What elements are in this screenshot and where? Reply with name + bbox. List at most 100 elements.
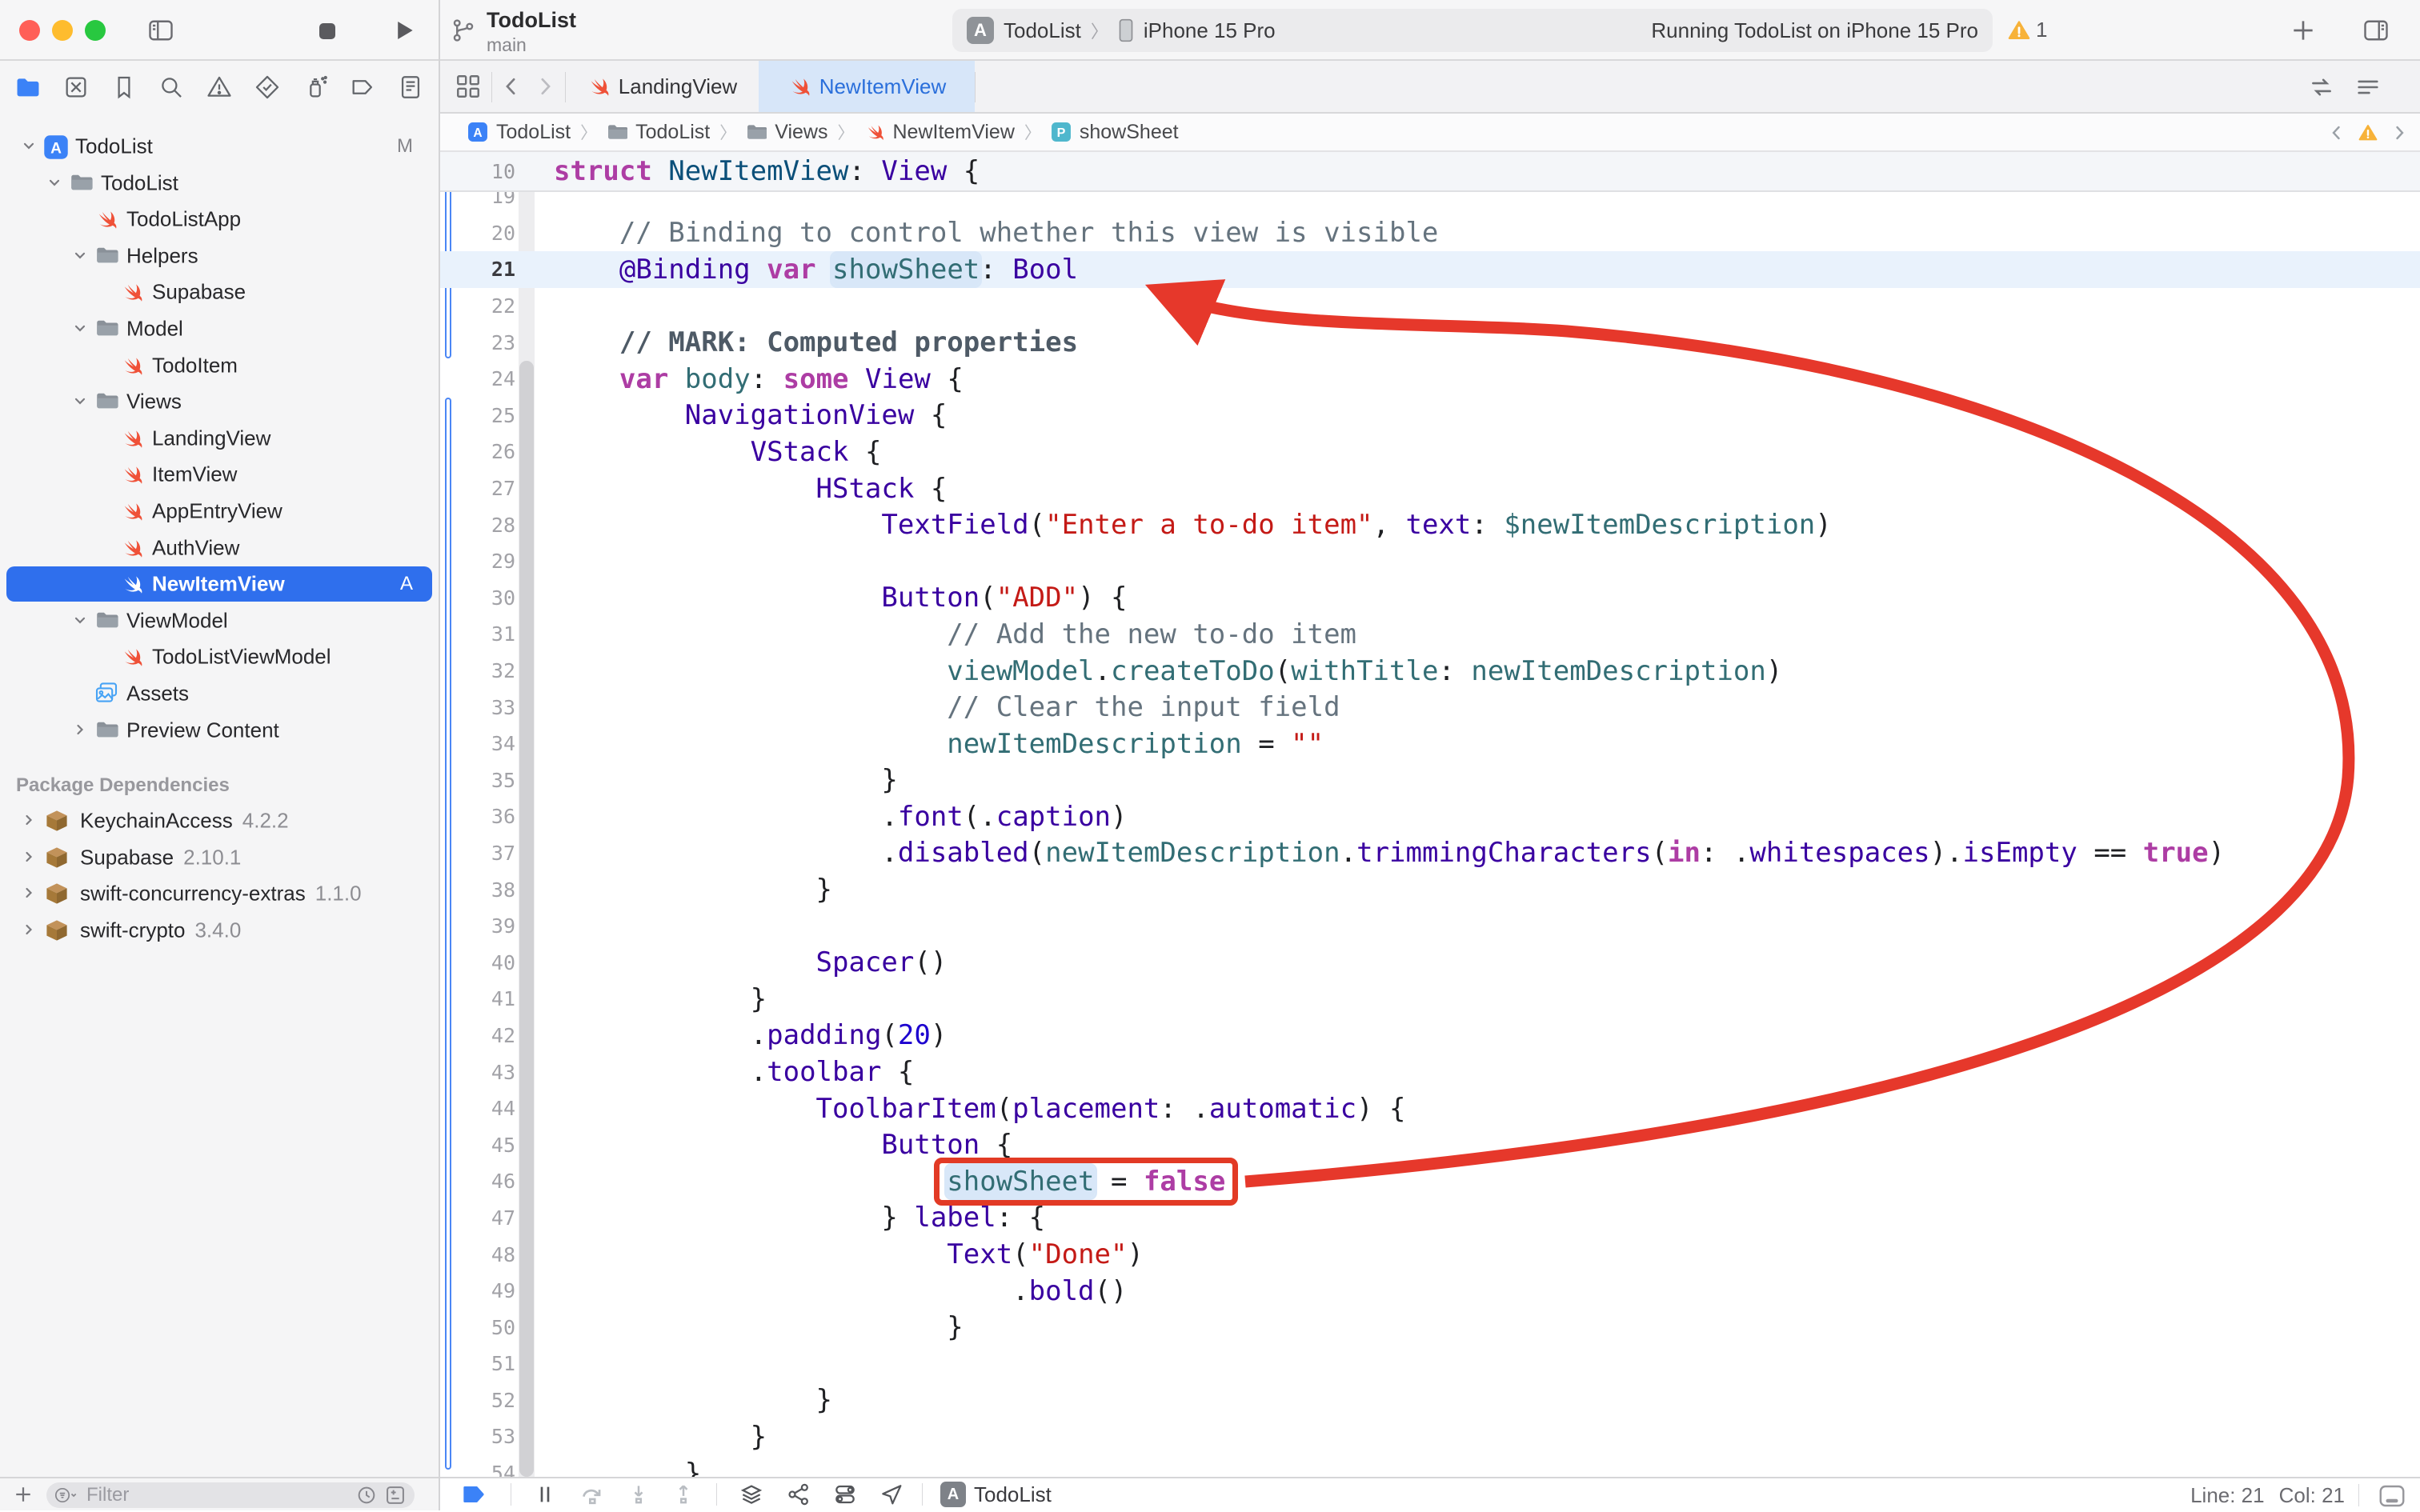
code-line-53[interactable]: 53 } [439,1418,2420,1455]
code-text[interactable]: } [554,874,832,906]
code-text[interactable]: ToolbarItem(placement: .automatic) { [554,1093,1405,1125]
line-number[interactable]: 37 [439,842,515,865]
view-hierarchy-icon[interactable] [738,1482,765,1507]
close-window-button[interactable] [19,20,40,41]
sidebar-item-itemview[interactable]: ItemView [0,456,439,493]
code-editor[interactable]: 1920 // Binding to control whether this … [439,152,2420,1477]
run-button[interactable] [391,17,418,44]
back-chevron-icon[interactable] [499,74,523,98]
code-line-34[interactable]: 34 newItemDescription = "" [439,726,2420,762]
code-text[interactable]: HStack { [554,473,947,505]
source-control-navigator-icon[interactable] [62,74,90,101]
code-text[interactable]: VStack { [554,436,881,468]
code-text[interactable]: NavigationView { [554,399,947,431]
sidebar-item-appentryview[interactable]: AppEntryView [0,493,439,530]
warning-count-badge[interactable]: 1 [2007,18,2047,42]
sidebar-item-label[interactable]: TodoList [75,134,153,159]
disclosure-chevron-icon[interactable] [72,393,90,410]
code-text[interactable]: } [554,1311,964,1343]
next-issue-icon[interactable] [2390,122,2409,144]
line-number[interactable]: 27 [439,477,515,500]
code-line-52[interactable]: 52 } [439,1382,2420,1419]
disclosure-chevron-icon[interactable] [72,320,90,338]
sidebar-item-label[interactable]: TodoListApp [126,207,241,232]
sidebar-item-todolist[interactable]: ATodoListM [0,128,439,165]
disclosure-chevron-icon[interactable] [21,922,38,939]
sidebar-item-todolistviewmodel[interactable]: TodoListViewModel [0,638,439,675]
related-items-icon[interactable] [455,73,482,100]
code-line-28[interactable]: 28 TextField("Enter a to-do item", text:… [439,506,2420,543]
code-review-icon[interactable] [2308,74,2335,101]
minimize-window-button[interactable] [52,20,73,41]
code-line-32[interactable]: 32 viewModel.createToDo(withTitle: newIt… [439,653,2420,690]
disclosure-chevron-icon[interactable] [21,849,38,866]
toggle-right-sidebar-icon[interactable] [2361,16,2391,45]
disclosure-chevron-icon[interactable] [21,138,38,155]
code-text[interactable]: } [554,1421,767,1453]
code-lines[interactable]: 1920 // Binding to control whether this … [439,178,2420,1477]
toggle-left-sidebar-icon[interactable] [146,16,176,45]
sidebar-item-newitemview[interactable]: NewItemViewA [0,566,439,602]
code-line-27[interactable]: 27 HStack { [439,470,2420,507]
line-number[interactable]: 40 [439,951,515,974]
code-text[interactable]: .padding(20) [554,1019,947,1051]
code-text[interactable]: viewModel.createToDo(withTitle: newItemD… [554,655,1782,687]
line-number[interactable]: 29 [439,550,515,573]
code-line-41[interactable]: 41 } [439,981,2420,1018]
code-text[interactable]: // Add the new to-do item [554,618,1356,650]
dependency-keychainaccess[interactable]: KeychainAccess4.2.2 [0,802,439,839]
line-number[interactable]: 49 [439,1279,515,1302]
report-navigator-icon[interactable] [397,74,424,101]
code-text[interactable]: } [554,764,898,796]
tab-landingview[interactable]: LandingView [565,61,759,112]
sidebar-item-label[interactable]: Helpers [126,243,198,268]
sidebar-item-todolistapp[interactable]: TodoListApp [0,201,439,238]
breadcrumb-item[interactable]: TodoList [607,121,710,144]
line-number[interactable]: 46 [439,1170,515,1193]
sidebar-item-supabase[interactable]: Supabase [0,274,439,310]
breakpoints-toggle-icon[interactable] [458,1482,490,1507]
debug-session-app[interactable]: A TodoList [940,1482,1052,1507]
sidebar-item-model[interactable]: Model [0,310,439,347]
tab-label[interactable]: NewItemView [819,74,946,99]
code-text[interactable]: // Clear the input field [554,691,1340,723]
code-line-42[interactable]: 42 .padding(20) [439,1018,2420,1054]
scheme-device-name[interactable]: iPhone 15 Pro [1144,18,1276,43]
issue-navigator-icon[interactable] [206,74,233,101]
sidebar-item-label[interactable]: AppEntryView [152,499,282,524]
line-number[interactable]: 47 [439,1206,515,1230]
breadcrumb-item[interactable]: PshowSheet [1051,121,1179,144]
sidebar-item-views[interactable]: Views [0,383,439,420]
code-line-50[interactable]: 50 } [439,1309,2420,1346]
line-number[interactable]: 22 [439,294,515,318]
previous-issue-icon[interactable] [2327,122,2346,144]
breadcrumb-label[interactable]: TodoList [496,121,571,144]
find-navigator-icon[interactable] [158,74,185,101]
code-line-45[interactable]: 45 Button { [439,1126,2420,1163]
line-number[interactable]: 41 [439,987,515,1010]
breadcrumb-label[interactable]: NewItemView [893,121,1015,144]
line-number[interactable]: 20 [439,222,515,245]
code-line-30[interactable]: 30 Button("ADD") { [439,580,2420,617]
code-text[interactable]: showSheet = false [554,1166,1225,1198]
code-text[interactable]: } [554,1458,701,1477]
code-line-39[interactable]: 39 [439,908,2420,945]
step-over-icon[interactable] [579,1482,606,1507]
sidebar-item-helpers[interactable]: Helpers [0,238,439,274]
code-text[interactable]: .bold() [554,1275,1127,1307]
line-number[interactable]: 26 [439,440,515,463]
line-number[interactable]: 31 [439,622,515,646]
sidebar-item-todoitem[interactable]: TodoItem [0,347,439,384]
breadcrumb-item[interactable]: Views [746,121,827,144]
line-number[interactable]: 34 [439,732,515,755]
zoom-window-button[interactable] [85,20,106,41]
code-line-31[interactable]: 31 // Add the new to-do item [439,616,2420,653]
simulate-location-icon[interactable] [879,1482,904,1507]
step-out-icon[interactable] [671,1482,695,1507]
code-line-24[interactable]: 24 var body: some View { [439,361,2420,398]
line-number[interactable]: 50 [439,1316,515,1339]
line-number[interactable]: 24 [439,367,515,390]
sidebar-item-label[interactable]: TodoItem [152,353,238,378]
line-number[interactable]: 43 [439,1061,515,1084]
dependency-swift-crypto[interactable]: swift-crypto3.4.0 [0,912,439,949]
